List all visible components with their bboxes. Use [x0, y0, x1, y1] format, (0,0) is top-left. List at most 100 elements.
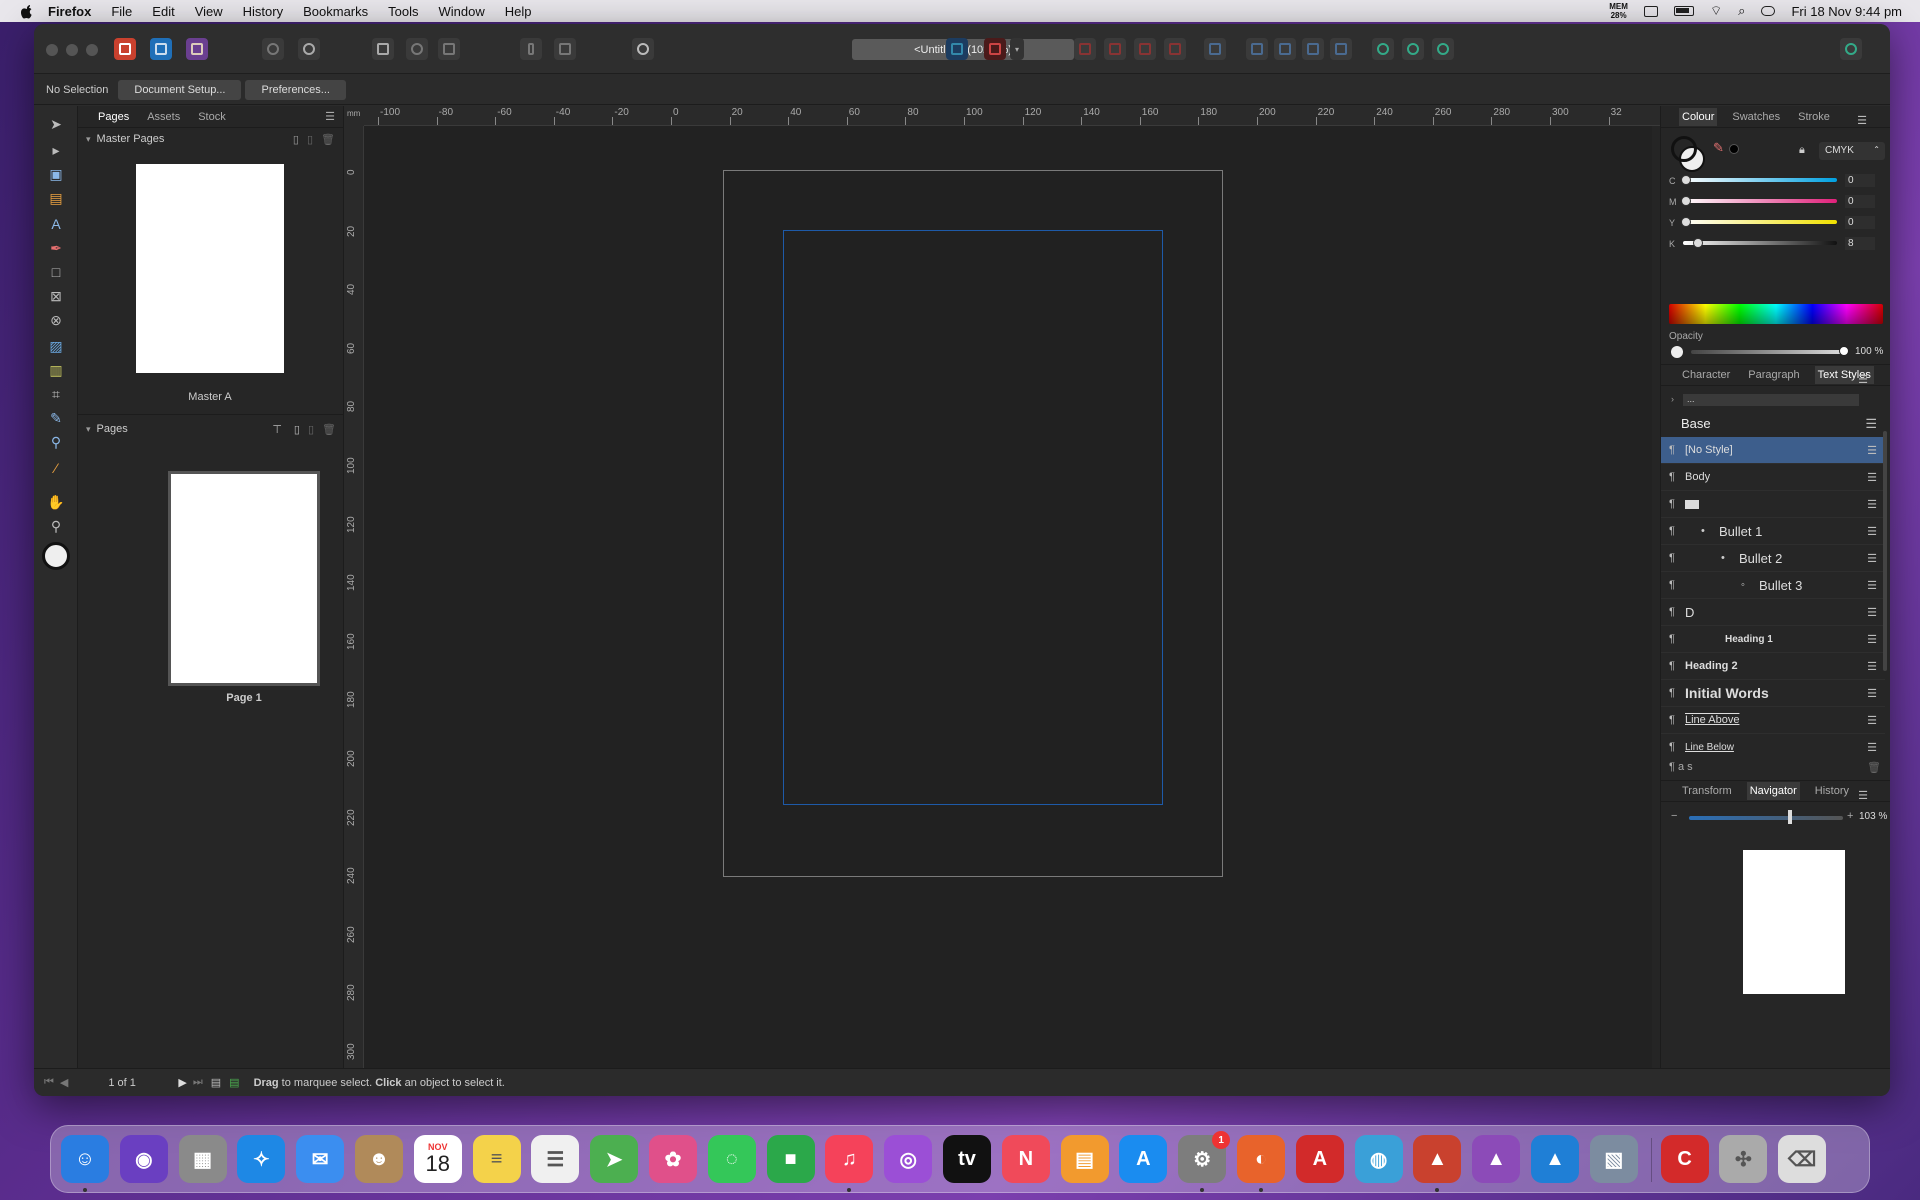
- text-wrap-icon[interactable]: [554, 38, 576, 60]
- text-style-item[interactable]: ¶ Line Below ☰: [1661, 734, 1885, 757]
- books-icon[interactable]: ▤: [1060, 1135, 1109, 1183]
- style-menu-icon[interactable]: ☰: [1867, 633, 1877, 646]
- first-page-icon[interactable]: ⏮: [44, 1076, 54, 1089]
- style-menu-icon[interactable]: ☰: [1867, 498, 1877, 511]
- bleed-mode-icon[interactable]: [438, 38, 460, 60]
- add-page-icon[interactable]: ▯: [294, 423, 300, 436]
- text-style-item[interactable]: ¶ Heading 2 ☰: [1661, 653, 1885, 680]
- channel-value[interactable]: 0: [1845, 174, 1875, 187]
- snapping-dropdown-icon[interactable]: ▾: [1010, 38, 1024, 60]
- channel-value[interactable]: 0: [1845, 216, 1875, 229]
- memory-status[interactable]: MEM 28%: [1609, 2, 1628, 20]
- styles-scrollbar[interactable]: [1883, 431, 1887, 671]
- messages-icon[interactable]: ◌: [707, 1135, 756, 1183]
- prev-page-icon[interactable]: ◀: [60, 1076, 68, 1089]
- table-tool-icon[interactable]: ▤: [46, 188, 66, 208]
- clock[interactable]: Fri 18 Nov 9:44 pm: [1791, 4, 1902, 19]
- move-tool-icon[interactable]: ➤: [46, 114, 66, 134]
- tab-stroke[interactable]: Stroke: [1795, 108, 1833, 126]
- channel-slider-handle[interactable]: [1681, 217, 1691, 227]
- hand-tool-icon[interactable]: ✋: [46, 492, 66, 512]
- affinity-photo-icon[interactable]: ▲: [1472, 1135, 1521, 1183]
- stroke-colour-swatch[interactable]: [1671, 136, 1697, 162]
- snapping-icon[interactable]: [984, 38, 1006, 60]
- arrange-back-icon[interactable]: [1074, 38, 1096, 60]
- tab-assets[interactable]: Assets: [147, 111, 180, 123]
- maps-icon[interactable]: ➤: [590, 1135, 639, 1183]
- arrange-front-icon[interactable]: [1164, 38, 1186, 60]
- text-style-item[interactable]: ¶ Line Above ☰: [1661, 707, 1885, 734]
- artistic-text-tool-icon[interactable]: A: [46, 214, 66, 234]
- text-style-item[interactable]: ¶ ◦ Bullet 3 ☰: [1661, 572, 1885, 599]
- system-settings-icon[interactable]: ⚙ 1: [1178, 1131, 1231, 1183]
- text-style-item[interactable]: ¶ Body ☰: [1661, 464, 1885, 491]
- minimize-window-button[interactable]: [66, 44, 78, 56]
- canvas-area[interactable]: mm -100 -80 -60 -40 -20 0 20 40 60 80 100 120 140 160…: [344, 106, 1660, 1068]
- facetime-icon[interactable]: ■: [766, 1135, 815, 1183]
- zoom-value[interactable]: 103 %: [1859, 811, 1887, 822]
- align-icon[interactable]: [1204, 38, 1226, 60]
- arrange-forward-icon[interactable]: [1134, 38, 1156, 60]
- tab-colour[interactable]: Colour: [1679, 107, 1718, 126]
- opacity-slider-handle[interactable]: [1839, 346, 1849, 356]
- style-menu-icon[interactable]: ☰: [1867, 579, 1877, 592]
- ellipse-frame-tool-icon[interactable]: ⊗: [46, 310, 66, 330]
- menu-view[interactable]: View: [195, 4, 223, 19]
- flip-horizontal-icon[interactable]: [1246, 38, 1268, 60]
- rotate-right-icon[interactable]: [1330, 38, 1352, 60]
- text-style-item[interactable]: ¶ Heading 1 ☰: [1661, 626, 1885, 653]
- intersect-icon[interactable]: [1432, 38, 1454, 60]
- rectangle-tool-icon[interactable]: □: [46, 262, 66, 282]
- menu-window[interactable]: Window: [439, 4, 485, 19]
- settings-gear-icon[interactable]: [262, 38, 284, 60]
- delete-page-icon[interactable]: 🗑: [322, 423, 336, 436]
- battery-icon[interactable]: [1673, 6, 1694, 16]
- style-menu-icon[interactable]: ☰: [1867, 444, 1877, 457]
- text-frame-icon[interactable]: [946, 38, 968, 60]
- arrange-backward-icon[interactable]: [1104, 38, 1126, 60]
- channel-value[interactable]: 8: [1845, 237, 1875, 250]
- contacts-icon[interactable]: ☻: [355, 1135, 403, 1183]
- tab-character[interactable]: Character: [1679, 366, 1733, 384]
- chevron-down-icon[interactable]: ▾: [86, 134, 91, 145]
- zoom-out-icon[interactable]: −: [1671, 810, 1677, 822]
- search-icon[interactable]: ⌕: [1738, 3, 1745, 19]
- style-menu-icon[interactable]: ☰: [1867, 741, 1877, 754]
- delete-style-icon[interactable]: 🗑: [1867, 761, 1881, 774]
- chevron-right-icon[interactable]: ›: [1671, 394, 1674, 404]
- tab-transform[interactable]: Transform: [1679, 782, 1735, 800]
- appstore-icon[interactable]: A: [1119, 1135, 1168, 1183]
- zoom-slider[interactable]: [1689, 816, 1843, 820]
- mail-icon[interactable]: ✉: [296, 1135, 345, 1183]
- opacity-slider[interactable]: [1691, 350, 1845, 354]
- frame-text-tool-icon[interactable]: ▣: [46, 164, 66, 184]
- gradient-tool-icon[interactable]: ▥: [46, 360, 66, 380]
- document-setup-button[interactable]: Document Setup...: [118, 79, 242, 100]
- news-icon[interactable]: N: [1001, 1135, 1050, 1183]
- duplicate-master-icon[interactable]: ▯: [307, 133, 313, 146]
- panel-menu-icon[interactable]: ☰: [1854, 111, 1870, 130]
- designer-persona-icon[interactable]: [150, 38, 172, 60]
- text-style-item[interactable]: ¶ D ☰: [1661, 599, 1885, 626]
- pin-icon[interactable]: [520, 38, 542, 60]
- navigator-preview[interactable]: [1743, 850, 1845, 994]
- new-style-icons[interactable]: ¶ a s: [1669, 761, 1693, 773]
- panel-menu-icon[interactable]: ☰: [1855, 370, 1871, 389]
- eyedropper-icon[interactable]: ✎: [1713, 140, 1724, 156]
- view-mode-icon[interactable]: [372, 38, 394, 60]
- menu-file[interactable]: File: [111, 4, 132, 19]
- rotate-left-icon[interactable]: [1302, 38, 1324, 60]
- preview-mode-icon[interactable]: [406, 38, 428, 60]
- launchpad-icon[interactable]: ▦: [178, 1135, 227, 1183]
- channel-slider-handle[interactable]: [1693, 238, 1703, 248]
- document-page[interactable]: [723, 170, 1223, 877]
- transparency-tool-icon[interactable]: ⚲: [46, 432, 66, 452]
- pen-tool-icon[interactable]: ✒: [46, 238, 66, 258]
- affinity-publisher-icon[interactable]: ▲: [1413, 1135, 1462, 1183]
- colorsync-icon[interactable]: ◍: [1354, 1135, 1403, 1183]
- place-image-tool-icon[interactable]: ▨: [46, 336, 66, 356]
- panel-menu-icon[interactable]: ☰: [1855, 786, 1871, 805]
- text-style-item[interactable]: ¶ ☰: [1661, 491, 1885, 518]
- add-master-icon[interactable]: ▯: [293, 133, 299, 146]
- pdf-pro-icon[interactable]: C: [1660, 1135, 1709, 1183]
